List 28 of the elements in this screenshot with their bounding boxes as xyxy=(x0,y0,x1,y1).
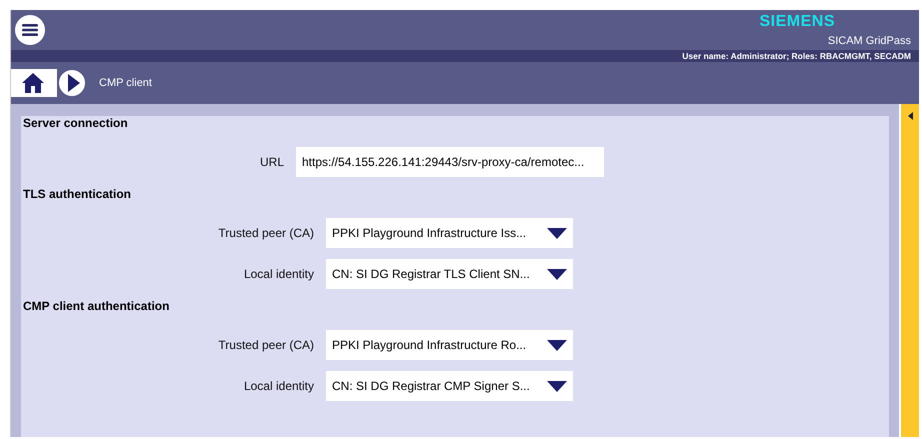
field-label: URL xyxy=(258,155,285,169)
dropdown-caret-icon xyxy=(547,228,567,238)
field-label: Trusted peer (CA) xyxy=(217,226,315,240)
field-label: Local identity xyxy=(242,379,315,393)
play-icon xyxy=(68,74,80,92)
section-heading: Server connection xyxy=(22,117,129,132)
page-title: CMP client xyxy=(99,77,152,89)
field-label: Local identity xyxy=(242,267,315,281)
product-name: SICAM GridPass xyxy=(828,35,911,47)
collapse-arrow-icon xyxy=(908,112,912,120)
menu-icon xyxy=(22,23,38,37)
home-button[interactable] xyxy=(11,69,57,97)
home-icon xyxy=(22,73,44,93)
section-heading: CMP client authentication xyxy=(22,300,170,315)
brand-logo: SIEMENS xyxy=(759,13,835,31)
dropdown[interactable]: PPKI Playground Infrastructure Ro... xyxy=(326,330,573,360)
side-panel-toggle[interactable] xyxy=(899,104,919,437)
dropdown-caret-icon xyxy=(547,380,567,392)
dropdown-caret-icon xyxy=(547,340,567,350)
dropdown[interactable]: CN: SI DG Registrar CMP Signer S... xyxy=(326,371,573,401)
field-label: Trusted peer (CA) xyxy=(217,338,315,352)
section-heading: TLS authentication xyxy=(22,188,132,203)
user-info: User name: Administrator; Roles: RBACMGMT, SECADM xyxy=(682,51,911,61)
menu-button[interactable] xyxy=(15,15,45,45)
url-field[interactable]: https://54.155.226.141:29443/srv-proxy-ca/remotec... xyxy=(296,147,604,177)
dropdown-caret-icon xyxy=(547,268,567,280)
dropdown[interactable]: PPKI Playground Infrastructure Iss... xyxy=(326,218,573,248)
dropdown[interactable]: CN: SI DG Registrar TLS Client SN... xyxy=(326,259,573,289)
